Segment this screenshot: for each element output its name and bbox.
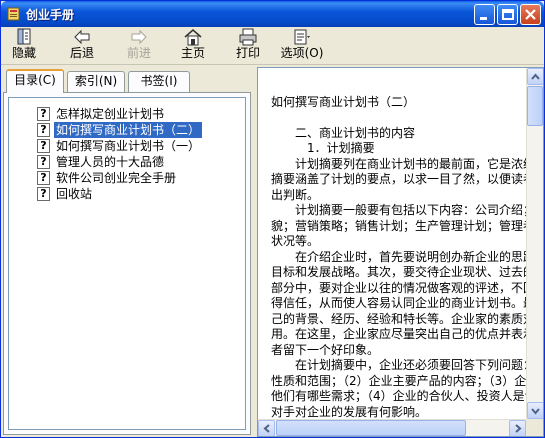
scroll-down-button[interactable] [527, 402, 543, 419]
help-window: 创业手册 隐藏 后退 前进 主页 打印 选项(O) 目录(C) 索引(N) 书签… [0, 0, 545, 438]
help-topic-icon: ? [37, 139, 50, 153]
help-topic-icon: ? [37, 171, 50, 185]
hide-pane-icon [17, 28, 31, 45]
tree-item-label: 怎样拟定创业计划书 [56, 107, 165, 121]
help-topic-icon: ? [37, 123, 50, 137]
back-button[interactable]: 后退 [65, 28, 99, 64]
topic-heading: 如何撰写商业计划书（二） [271, 95, 416, 109]
tab-bookmarks[interactable]: 书签(I) [128, 71, 190, 92]
tree-item-label: 软件公司创业完全手册 [56, 171, 177, 185]
paragraph-line: 部分中，要对企业以往的情况做客观的评述，不回 [271, 280, 536, 295]
paragraph-line: 摘要涵盖了计划的要点，以求一目了然，以便读者 [271, 172, 536, 186]
hide-label: 隐藏 [11, 46, 36, 60]
tab-contents[interactable]: 目录(C) [6, 69, 64, 93]
minimize-icon [480, 17, 487, 20]
paragraph-line: 用。在这里，企业家应尽量突出自己的优点并表示 [271, 327, 536, 341]
chevron-right-icon [515, 424, 522, 433]
options-button[interactable]: 选项(O) [279, 28, 325, 64]
contents-tree: ? 怎样拟定创业计划书 ? 如何撰写商业计划书（二） ? 如何撰写商业计划书（一… [8, 97, 246, 430]
back-arrow-icon [74, 29, 90, 45]
options-label: 选项(O) [280, 46, 324, 60]
scroll-up-button[interactable] [527, 68, 543, 85]
chevron-left-icon [263, 424, 270, 433]
scroll-right-button[interactable] [509, 420, 526, 436]
paragraph-line: 出判断。 [271, 187, 320, 202]
maximize-button[interactable] [497, 4, 518, 25]
paragraph-line: 在介绍企业时，首先要说明创办新企业的思路 [295, 249, 536, 264]
hide-button[interactable]: 隐藏 [7, 28, 41, 64]
topic-paragraphs: 计划摘要列在商业计划书的最前面，它是浓缩 摘要涵盖了计划的要点，以求一目了然，以便… [271, 156, 544, 437]
tab-panel: ? 怎样拟定创业计划书 ? 如何撰写商业计划书（二） ? 如何撰写商业计划书（一… [3, 92, 251, 435]
paragraph-line: 计划摘要列在商业计划书的最前面，它是浓缩 [295, 156, 536, 171]
back-label: 后退 [69, 46, 94, 60]
paragraph-line: 他们有哪些需求；（4）企业的合伙人、投资人是谁 [271, 389, 537, 403]
topic-pane: 如何撰写商业计划书（二） 二、商业计划书的内容 1．计划摘要 计划摘要列在商业计… [257, 67, 544, 437]
paragraph-line: 目标和发展战略。其次，要交待企业现状、过去的 [271, 265, 536, 279]
tree-item-label: 回收站 [56, 187, 93, 201]
options-icon [294, 29, 310, 45]
tree-item-label: 如何撰写商业计划书（二） [52, 121, 204, 139]
subsection-heading: 1．计划摘要 [307, 141, 375, 155]
maximize-icon [502, 9, 514, 20]
paragraph-line: 在计划摘要中，企业还必须要回答下列问题： [295, 358, 536, 372]
paragraph-line: 貌；营销策略；销售计划；生产管理计划；管理者 [271, 218, 536, 233]
home-icon [184, 29, 202, 46]
forward-button[interactable]: 前进 [122, 28, 156, 64]
help-book-icon [7, 7, 20, 21]
horizontal-scroll-thumb[interactable] [276, 420, 466, 436]
home-button[interactable]: 主页 [176, 28, 210, 64]
vertical-scrollbar[interactable] [526, 68, 543, 419]
title-bar[interactable]: 创业手册 [1, 1, 544, 27]
paragraph-line: 己的背景、经历、经验和特长等。企业家的素质对 [271, 311, 536, 326]
paragraph-line: 者留下一个好印象。 [271, 342, 380, 357]
print-label: 打印 [235, 46, 260, 60]
help-topic-icon: ? [37, 155, 50, 169]
home-label: 主页 [180, 46, 205, 60]
chevron-down-icon [531, 408, 540, 415]
paragraph-line: 对手对企业的发展有何影响。 [271, 404, 428, 419]
help-topic-icon: ? [37, 187, 50, 201]
toolbar: 隐藏 后退 前进 主页 打印 选项(O) [1, 27, 544, 65]
printer-icon [239, 28, 257, 46]
topic-content: 如何撰写商业计划书（二） 二、商业计划书的内容 1．计划摘要 计划摘要列在商业计… [271, 95, 544, 437]
scrollbar-corner [526, 419, 543, 436]
vertical-scroll-thumb[interactable] [527, 86, 543, 126]
window-title: 创业手册 [26, 8, 75, 22]
section-heading: 二、商业计划书的内容 [295, 125, 416, 140]
close-icon [525, 9, 536, 20]
scroll-left-button[interactable] [258, 420, 275, 436]
close-button[interactable] [520, 4, 541, 25]
navigation-pane: 目录(C) 索引(N) 书签(I) ? 怎样拟定创业计划书 ? 如何撰写商业计划… [3, 67, 253, 437]
paragraph-line: 计划摘要一般要有包括以下内容：公司介绍； [295, 203, 536, 217]
print-button[interactable]: 打印 [231, 28, 265, 64]
paragraph-line: 得信任，从而使人容易认同企业的商业计划书。最 [271, 296, 536, 310]
chevron-up-icon [531, 73, 540, 80]
help-topic-icon: ? [37, 107, 50, 121]
tab-bookmarks-label: 书签(I) [140, 74, 178, 88]
forward-label: 前进 [126, 46, 151, 60]
minimize-button[interactable] [474, 4, 495, 25]
paragraph-line: 状况等。 [271, 234, 320, 248]
tab-contents-label: 目录(C) [14, 73, 56, 87]
forward-arrow-icon [131, 29, 147, 45]
tab-index-label: 索引(N) [74, 74, 118, 88]
tree-item-label: 管理人员的十大品德 [56, 155, 165, 169]
horizontal-scrollbar[interactable] [258, 419, 526, 436]
tree-item-label: 如何撰写商业计划书（一） [56, 139, 201, 153]
tab-index[interactable]: 索引(N) [67, 71, 125, 92]
paragraph-line: 性质和范围；（2）企业主要产品的内容；（3）企业的 [271, 373, 544, 388]
